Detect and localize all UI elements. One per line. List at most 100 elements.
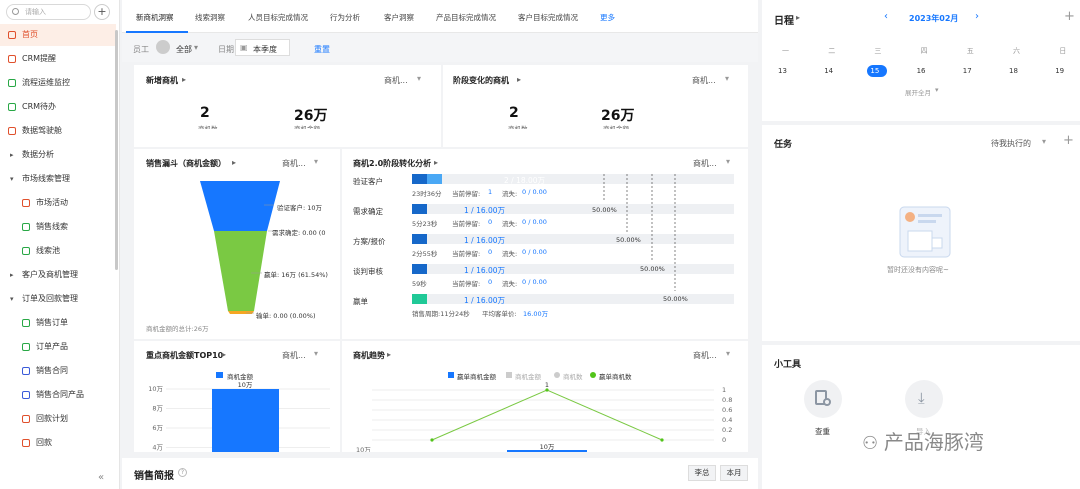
calendar-day[interactable]: 16 [917,67,926,75]
funnel-card: 销售漏斗（商机金额） ▸ 商机... ▾ 验证客户: 10万 需求确定: 0.0… [134,149,340,339]
line-point[interactable] [430,438,434,442]
conversion-rate: 50.00% [616,236,641,244]
task-filter-select[interactable]: 待我执行的 [991,138,1031,149]
weekday-label: 二 [828,47,836,55]
prev-month-button[interactable]: ‹ [884,11,888,22]
next-month-button[interactable]: › [975,11,979,22]
calendar-day[interactable]: 18 [1009,67,1018,75]
tab-more[interactable]: 更多 [600,12,615,23]
sidebar-scrollbar[interactable] [115,30,118,270]
duplicate-check-button[interactable] [804,380,842,418]
caret-right-icon: ▸ [796,13,801,22]
y-tick-label: 8万 [152,405,163,413]
funnel-stage-verify[interactable] [200,181,280,231]
y2-tick-label: 1 [722,386,726,394]
task-title: 任务 [774,140,793,150]
flag-icon [22,367,30,375]
sidebar-item-4[interactable]: 数据驾驶舱 [0,120,116,142]
period-filter[interactable]: 本月 [720,465,748,481]
tab-leads[interactable]: 线索洞察 [195,12,225,23]
conversion-rate: 50.00% [640,265,665,273]
sidebar-item-8[interactable]: 销售线索 [0,216,116,238]
sidebar-item-16[interactable]: 回款计划 [0,408,116,430]
tab-customer-goal[interactable]: 客户目标完成情况 [518,12,578,23]
line-point[interactable] [660,438,664,442]
chevron-down-icon: ▾ [935,86,939,94]
sidebar-item-label: 市场线索管理 [22,174,70,183]
tab-product-goal[interactable]: 产品目标完成情况 [436,12,496,23]
y2-tick-label: 0.8 [722,396,732,404]
sidebar-item-14[interactable]: 销售合同 [0,360,116,382]
sidebar-item-1[interactable]: CRM提醒 [0,48,116,70]
calendar-day[interactable]: 13 [778,67,787,75]
stage-analysis-card: 商机2.0阶段转化分析 ▸ 商机... ▾ 验证客户 2 / 18.00万 23时3… [342,149,748,339]
sidebar-item-13[interactable]: 订单产品 [0,336,116,358]
metric-select[interactable]: 商机... [384,75,408,86]
sidebar-item-12[interactable]: 销售订单 [0,312,116,334]
weekday-label: 一 [782,47,789,55]
calendar-day[interactable]: 14 [824,67,833,75]
sidebar-item-9[interactable]: 线索池 [0,240,116,262]
collapse-sidebar-button[interactable]: « [98,472,104,483]
trend-card: 商机趋势 ▸ 商机... ▾ 赢单商机金额 商机金额 商机数 赢单商机数 1 0.8 0.… [342,341,748,452]
person-filter[interactable]: 李总 [688,465,716,481]
sidebar-item-7[interactable]: 市场活动 [0,192,116,214]
opp-count-label: 商机数 [198,125,218,129]
tab-staff-goal[interactable]: 人员目标完成情况 [248,12,308,23]
y2-tick-label: 0.4 [722,416,732,424]
caret-right-icon: ▸ [517,75,522,84]
add-button[interactable]: + [94,4,110,20]
opp-count: 2 [509,105,519,121]
sidebar-item-label: CRM待办 [22,102,57,111]
won-amount-bar[interactable] [507,450,587,452]
add-schedule-button[interactable]: + [1064,9,1075,24]
metric-select[interactable]: 商机... [692,75,716,86]
tool-label: 查重 [815,427,830,436]
card-title: 阶段变化的商机 [453,76,509,85]
sidebar-item-3[interactable]: CRM待办 [0,96,116,118]
sidebar-item-15[interactable]: 销售合同产品 [0,384,116,406]
employee-select[interactable]: 全部 [176,44,192,55]
import-button[interactable]: ⤓ [905,380,943,418]
sidebar-item-5[interactable]: ▸ 数据分析 [0,144,116,166]
top10-bar[interactable] [212,389,279,452]
avatar [156,40,170,54]
point-data-label: 1 [545,381,549,389]
new-opps-card: 新增商机 ▸ 商机... ▾ 2 商机数 26万 商机金额 [134,65,441,147]
expand-month-button[interactable]: 展开全月 [905,87,931,97]
weekday-label: 四 [920,47,928,55]
calendar-day[interactable]: 19 [1055,67,1064,75]
sidebar-item-17[interactable]: 回款 [0,432,116,454]
funnel-stage-won[interactable] [214,231,267,311]
watermark: ⚇ 产品海豚湾 [862,430,984,454]
add-task-button[interactable]: + [1063,133,1074,148]
dashboard-icon [8,127,16,135]
chevron-down-icon: ▾ [194,43,199,52]
weekday-label: 日 [1059,47,1067,55]
sidebar-item-0[interactable]: 首页 [0,24,116,46]
calendar-day[interactable]: 15 [870,67,879,75]
y-tick-label: 10万 [356,446,371,452]
sidebar-item-label: 线索池 [36,246,60,255]
sales-brief-bar: 销售简报 ? 李总 本月 [122,458,758,489]
trend-chart: 1 0.8 0.6 0.4 0.2 0 10万 1 10万 [356,381,732,452]
tab-customer[interactable]: 客户洞察 [384,12,414,23]
chevron-down-icon: ▾ [417,74,422,83]
tab-behavior[interactable]: 行为分析 [330,12,360,23]
y2-tick-label: 0.6 [722,406,732,414]
y-tick-label: 10万 [148,385,163,393]
sidebar-item-10[interactable]: ▸ 客户及商机管理 [0,264,116,286]
empty-text: 暂时还没有内容呢~ [887,266,949,274]
employee-label: 员工 [133,45,149,54]
sidebar-item-11[interactable]: ▾ 订单及回款管理 [0,288,116,310]
tab-new-opps[interactable]: 新商机洞察 [136,12,174,23]
funnel-label: 输单: 0.00 (0.00%) [256,312,316,320]
opp-count-label: 商机数 [508,125,528,129]
sidebar-item-2[interactable]: 流程运维监控 [0,72,116,94]
calendar-day[interactable]: 17 [963,67,972,75]
sidebar-item-6[interactable]: ▾ 市场线索管理 [0,168,116,190]
sidebar-item-label: 销售线索 [36,222,68,231]
funnel-stage-lost[interactable] [228,311,254,314]
reset-button[interactable]: 重置 [314,44,330,55]
help-icon[interactable]: ? [178,468,187,477]
